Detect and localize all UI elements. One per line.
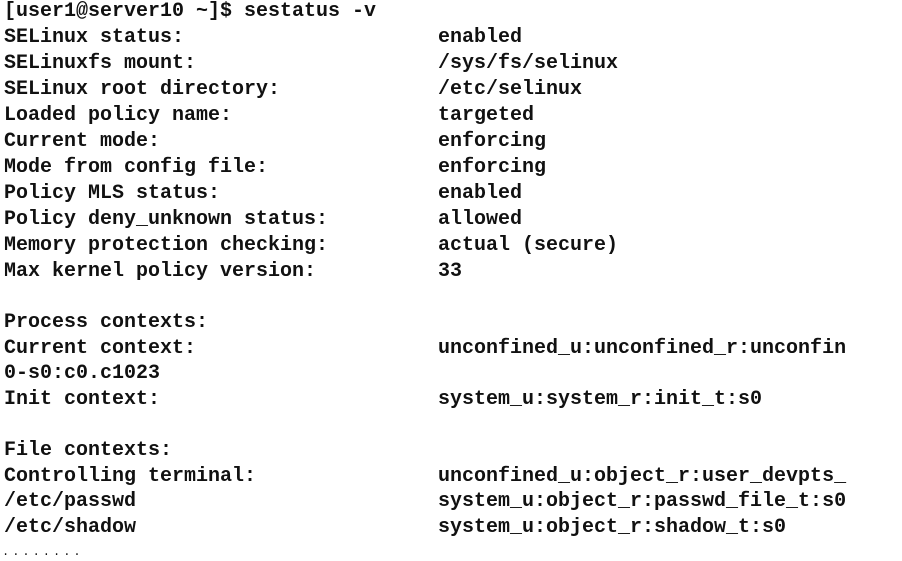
status-value-config-mode: enforcing [438, 156, 547, 179]
process-contexts-heading: Process contexts: [4, 311, 209, 334]
status-label-deny-unknown: Policy deny_unknown status: [4, 208, 329, 231]
status-value-memory-protection: actual (secure) [438, 234, 619, 257]
status-label-memory-protection: Memory protection checking: [4, 234, 329, 257]
file-value-controlling-terminal: unconfined_u:object_r:user_devpts_ [438, 465, 847, 488]
file-label-controlling-terminal: Controlling terminal: [4, 465, 257, 488]
file-contexts-heading: File contexts: [4, 439, 173, 462]
current-context-value: unconfined_u:unconfined_r:unconfin [438, 337, 847, 360]
command-prompt: [user1@server10 ~]$ sestatus -v [4, 0, 377, 23]
status-value-current-mode: enforcing [438, 130, 547, 153]
status-value-deny-unknown: allowed [438, 208, 523, 231]
truncation-ellipsis: ........ [2, 545, 84, 559]
status-label-loaded-policy: Loaded policy name: [4, 104, 233, 127]
file-label-shadow: /etc/shadow [4, 516, 137, 539]
status-value-max-policy-version: 33 [438, 260, 463, 283]
status-label-current-mode: Current mode: [4, 130, 161, 153]
status-label-mls-status: Policy MLS status: [4, 182, 221, 205]
status-label-root-directory: SELinux root directory: [4, 78, 281, 101]
status-label-config-mode: Mode from config file: [4, 156, 269, 179]
terminal-output[interactable]: [user1@server10 ~]$ sestatus -v SELinux … [0, 0, 902, 561]
file-label-passwd: /etc/passwd [4, 490, 137, 513]
current-context-wrap: 0-s0:c0.c1023 [4, 362, 161, 385]
file-value-shadow: system_u:object_r:shadow_t:s0 [438, 516, 787, 539]
status-value-selinux-status: enabled [438, 26, 523, 49]
init-context-label: Init context: [4, 388, 161, 411]
current-context-label: Current context: [4, 337, 197, 360]
status-value-mls-status: enabled [438, 182, 523, 205]
status-label-selinux-status: SELinux status: [4, 26, 185, 49]
file-value-passwd: system_u:object_r:passwd_file_t:s0 [438, 490, 847, 513]
status-value-selinuxfs-mount: /sys/fs/selinux [438, 52, 619, 75]
status-label-selinuxfs-mount: SELinuxfs mount: [4, 52, 197, 75]
status-value-root-directory: /etc/selinux [438, 78, 583, 101]
status-label-max-policy-version: Max kernel policy version: [4, 260, 317, 283]
status-value-loaded-policy: targeted [438, 104, 535, 127]
init-context-value: system_u:system_r:init_t:s0 [438, 388, 763, 411]
